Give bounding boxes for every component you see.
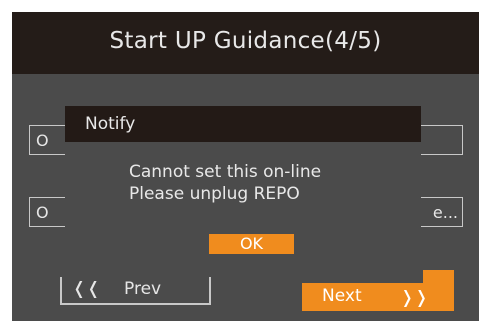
title-bar: Start UP Guidance(4/5) xyxy=(12,12,479,74)
notify-dialog-header: Notify xyxy=(65,106,421,142)
dialog-title: Notify xyxy=(85,114,136,134)
page-title: Start UP Guidance(4/5) xyxy=(109,28,382,54)
double-chevron-left-icon: ❬❬ xyxy=(72,279,101,299)
prev-label: Prev xyxy=(124,279,162,299)
double-chevron-right-icon: ❭❭ xyxy=(400,288,429,308)
option-2-right-text: e... xyxy=(432,203,458,222)
option-2-label: O xyxy=(36,203,49,222)
prev-button[interactable]: ❬❬ Prev xyxy=(60,277,211,305)
next-button[interactable]: Next ❭❭ xyxy=(302,283,454,311)
dialog-message-line2: Please unplug REPO xyxy=(129,184,300,204)
next-label: Next xyxy=(322,286,362,306)
dialog-message-line1: Cannot set this on-line xyxy=(129,162,322,182)
next-button-tab xyxy=(423,270,454,284)
guidance-screen: Start UP Guidance(4/5) O O e... Notify C… xyxy=(12,12,479,321)
ok-button[interactable]: OK xyxy=(209,234,294,254)
option-1-label: O xyxy=(36,131,49,150)
